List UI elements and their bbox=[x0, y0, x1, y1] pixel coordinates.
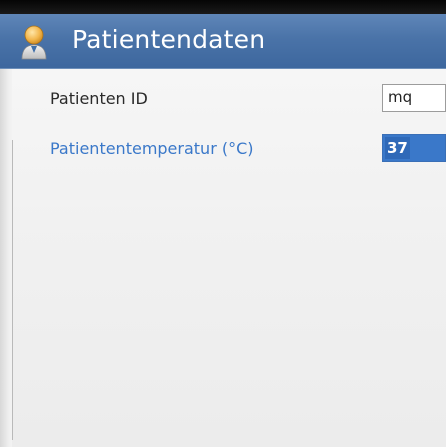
page-title: Patientendaten bbox=[72, 25, 266, 54]
patient-id-label: Patienten ID bbox=[50, 89, 148, 108]
panel-left-edge bbox=[0, 69, 12, 447]
patient-temperature-value: 37 bbox=[385, 137, 410, 159]
header-bar: Patientendaten bbox=[0, 14, 446, 69]
form-panel bbox=[0, 69, 446, 447]
patient-id-input[interactable]: mq bbox=[382, 84, 446, 112]
top-bezel bbox=[0, 0, 446, 14]
patient-temperature-input[interactable]: 37 bbox=[382, 134, 446, 162]
patient-person-icon bbox=[21, 25, 47, 60]
device-screen: Patientendaten Patienten ID mq Patienten… bbox=[0, 0, 446, 447]
panel-divider bbox=[12, 140, 13, 440]
patient-temperature-label: Patiententemperatur (°C) bbox=[50, 139, 254, 158]
